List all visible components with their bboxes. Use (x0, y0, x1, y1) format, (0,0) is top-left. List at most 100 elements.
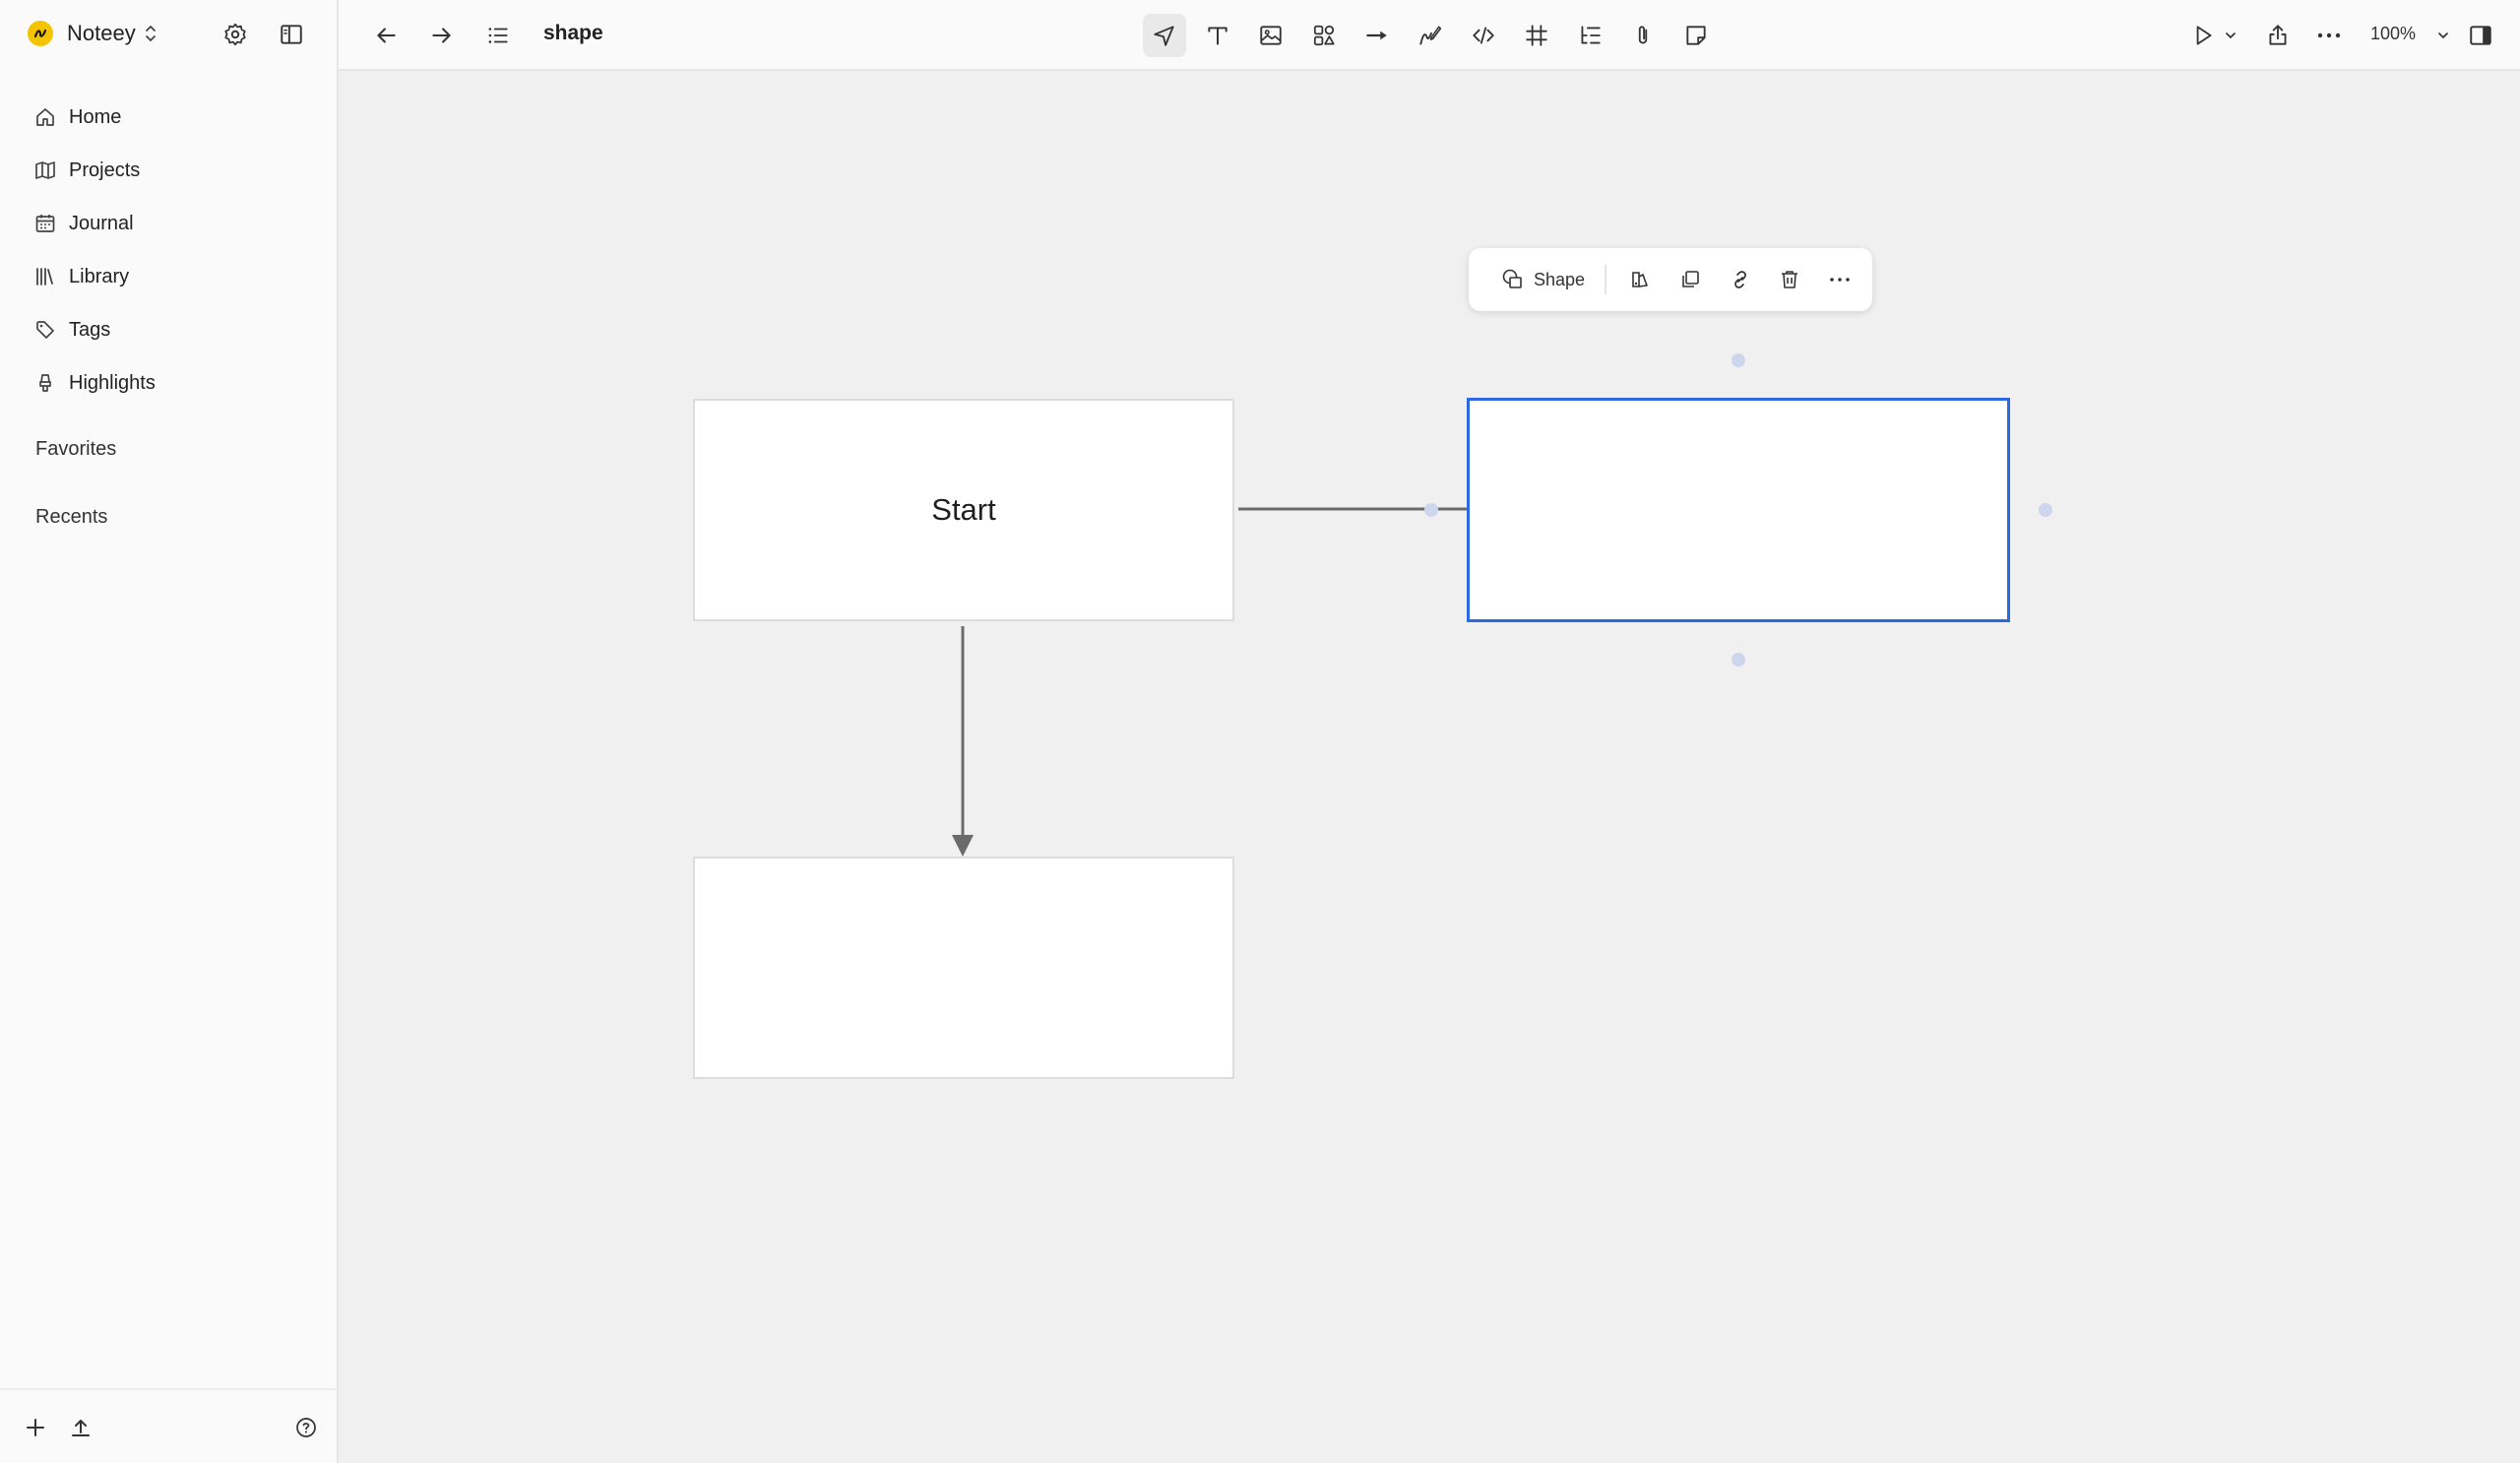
present-options-button[interactable] (2221, 18, 2240, 53)
whiteboard-canvas[interactable]: Start Shape (339, 71, 2520, 1463)
sidebar-item-label: Journal (69, 212, 134, 234)
sidebar-item-projects[interactable]: Projects (33, 144, 156, 197)
duplicate-button[interactable] (1672, 262, 1708, 297)
help-icon (296, 1418, 316, 1437)
import-button[interactable] (65, 1412, 96, 1443)
favorites-section[interactable]: Favorites (35, 438, 116, 461)
sidebar-item-label: Home (69, 105, 122, 128)
connect-handle-left[interactable] (1424, 503, 1438, 517)
connect-handle-top[interactable] (1732, 353, 1745, 367)
image-icon (1260, 26, 1282, 45)
frame-tool[interactable] (1515, 14, 1558, 57)
library-icon (36, 268, 53, 286)
sidebar-item-label: Highlights (69, 371, 156, 394)
document-title[interactable]: shape (543, 22, 603, 45)
text-icon (1208, 27, 1228, 45)
paperclip-icon (1638, 26, 1648, 44)
connector-start-to-bottom[interactable] (952, 626, 974, 857)
map-icon (35, 161, 55, 179)
attachment-tool[interactable] (1621, 14, 1665, 57)
right-panel-icon (2470, 26, 2491, 45)
play-icon (2196, 26, 2212, 45)
arrow-right-icon (432, 28, 451, 43)
connect-handle-bottom[interactable] (1732, 653, 1745, 667)
workspace-name: Noteey (67, 21, 136, 45)
pen-tool[interactable] (1409, 14, 1452, 57)
add-button[interactable] (20, 1412, 51, 1443)
shapes-tool[interactable] (1302, 14, 1346, 57)
sidebar-nav: Home Projects Journal Library Tags Highl… (33, 91, 156, 410)
connector-tool[interactable] (1355, 14, 1399, 57)
sidebar-item-journal[interactable]: Journal (33, 197, 156, 250)
chevron-updown-icon (144, 23, 158, 44)
select-tool[interactable] (1143, 14, 1186, 57)
sticky-note-tool[interactable] (1674, 14, 1718, 57)
shape-selected[interactable] (1467, 398, 2010, 622)
more-button[interactable] (1822, 262, 1858, 297)
sidebar-footer (0, 1388, 337, 1463)
chevron-down-icon (2226, 32, 2236, 38)
duplicate-icon (1681, 271, 1699, 287)
zoom-dropdown-button[interactable] (2433, 18, 2453, 53)
style-icon (1632, 272, 1648, 287)
shape-label[interactable]: Start (931, 492, 995, 528)
sidebar-item-label: Projects (69, 159, 141, 181)
present-button[interactable] (2185, 18, 2221, 53)
zoom-level[interactable]: 100% (2370, 24, 2416, 44)
arrow-left-icon (377, 28, 396, 43)
shape-type-button[interactable]: Shape (1500, 268, 1585, 291)
more-options-button[interactable] (2311, 18, 2347, 53)
shape-icon (1502, 269, 1522, 288)
image-tool[interactable] (1249, 14, 1292, 57)
code-tool[interactable] (1462, 14, 1505, 57)
forward-button[interactable] (424, 18, 460, 53)
plus-icon (27, 1419, 44, 1436)
shape-type-label: Shape (1534, 269, 1586, 289)
pen-icon (1419, 26, 1442, 45)
sidebar-item-home[interactable]: Home (33, 91, 156, 144)
sidebar-item-label: Tags (69, 318, 111, 341)
settings-button[interactable] (219, 18, 252, 51)
shapes-icon (1313, 25, 1335, 46)
delete-button[interactable] (1772, 262, 1807, 297)
recents-section[interactable]: Recents (35, 506, 107, 529)
link-icon (1733, 271, 1746, 288)
indent-list-icon (1581, 26, 1601, 44)
workspace-logo-icon (28, 21, 53, 46)
sidebar: Noteey Home Projects Journal Library Tag… (0, 0, 339, 1463)
toggle-sidebar-button[interactable] (275, 18, 308, 51)
text-tool[interactable] (1196, 14, 1239, 57)
sidebar-item-tags[interactable]: Tags (33, 303, 156, 356)
arrow-connector-icon (1366, 31, 1387, 40)
toolbar-divider (1605, 265, 1607, 294)
help-button[interactable] (290, 1412, 322, 1443)
sidebar-item-library[interactable]: Library (33, 250, 156, 303)
shape-context-toolbar: Shape (1469, 248, 1872, 311)
home-icon (36, 108, 54, 126)
connect-handle-right[interactable] (2039, 503, 2052, 517)
share-button[interactable] (2260, 18, 2296, 53)
chevron-down-icon (2438, 32, 2448, 38)
sidebar-panel-icon (281, 25, 302, 44)
upload-icon (72, 1420, 90, 1436)
more-horizontal-icon (1830, 278, 1850, 282)
sidebar-item-highlights[interactable]: Highlights (33, 356, 156, 410)
calendar-icon (35, 215, 55, 232)
hash-frame-icon (1526, 25, 1547, 46)
shape-start[interactable]: Start (693, 399, 1234, 621)
toggle-right-panel-button[interactable] (2463, 18, 2498, 53)
trash-icon (1782, 271, 1798, 288)
cursor-arrow-icon (1154, 26, 1174, 46)
more-horizontal-icon (2317, 32, 2341, 38)
highlighter-icon (39, 374, 51, 392)
shape-bottom[interactable] (693, 857, 1234, 1079)
outline-list-button[interactable] (480, 18, 516, 53)
style-button[interactable] (1622, 262, 1658, 297)
share-icon (2269, 25, 2287, 45)
outline-tool[interactable] (1568, 14, 1611, 57)
tag-icon (36, 321, 54, 339)
code-icon (1473, 27, 1494, 44)
back-button[interactable] (368, 18, 404, 53)
workspace-switcher[interactable]: Noteey (28, 16, 158, 51)
link-button[interactable] (1723, 262, 1758, 297)
